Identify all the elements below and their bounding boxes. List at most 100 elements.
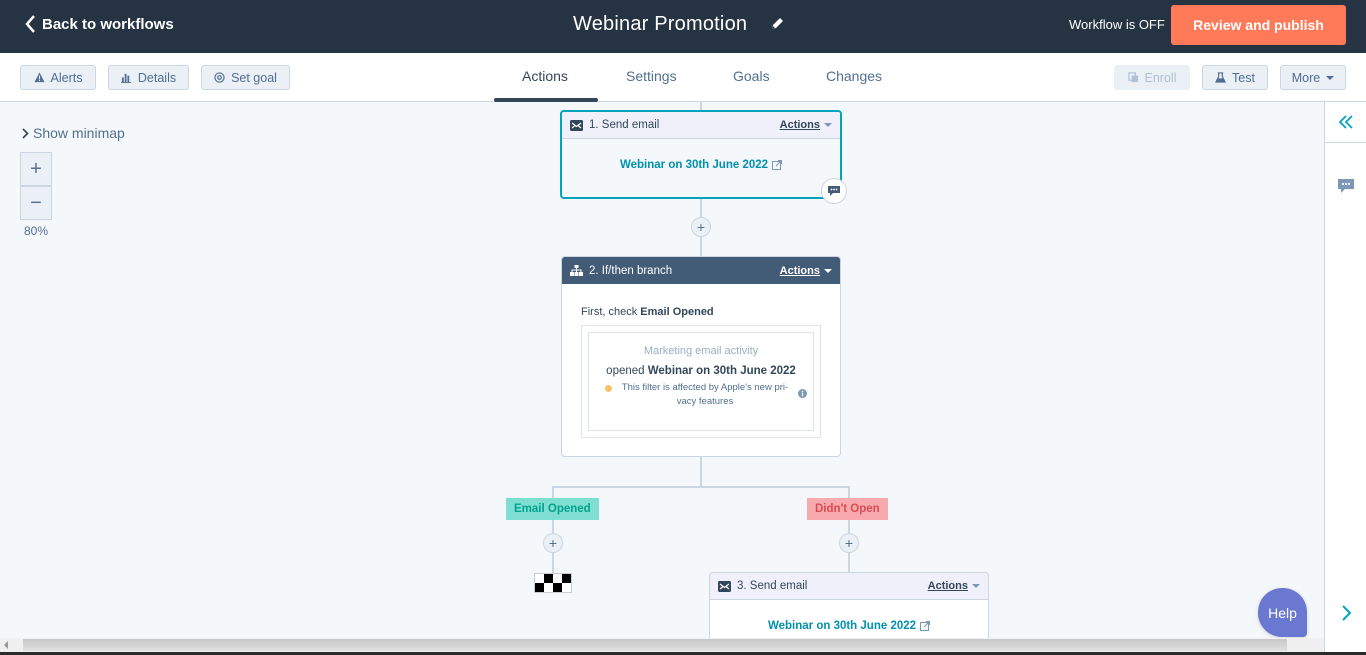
help-button[interactable]: Help	[1258, 588, 1307, 637]
connector-line	[552, 486, 850, 488]
more-dropdown-button[interactable]: More	[1280, 65, 1346, 90]
step-1-email-link[interactable]: Webinar on 30th June 2022	[562, 159, 840, 171]
add-action-email-opened-button[interactable]: +	[543, 533, 563, 553]
scrollbar-thumb[interactable]	[23, 639, 1287, 651]
branch-label-didnt-open[interactable]: Didn't Open	[807, 498, 888, 520]
zoom-out-button[interactable]: −	[20, 186, 52, 220]
active-tab-indicator	[494, 98, 598, 102]
tab-changes[interactable]: Changes	[826, 68, 882, 84]
add-action-button[interactable]: +	[691, 217, 711, 237]
bar-chart-icon	[120, 73, 131, 83]
actions-label: Actions	[779, 264, 820, 277]
step-3-actions-dropdown[interactable]: Actions	[928, 580, 980, 592]
top-header: Back to workflows Webinar Promotion Work…	[0, 0, 1366, 53]
back-to-workflows-link[interactable]: Back to workflows	[24, 14, 174, 34]
tab-goals[interactable]: Goals	[733, 68, 770, 84]
step-3-email-link[interactable]: Webinar on 30th June 2022	[710, 620, 988, 632]
branch-check-text: First, check Email Opened	[562, 284, 840, 318]
add-action-didnt-open-button[interactable]: +	[839, 533, 859, 553]
flask-icon	[1215, 72, 1227, 83]
email-link-text: Webinar on 30th June 2022	[619, 159, 769, 171]
step-2-actions-dropdown[interactable]: Actions	[780, 265, 832, 277]
workflow-canvas[interactable]: Show minimap + − 80% 1. Send email Actio…	[0, 102, 1324, 638]
email-icon	[570, 119, 583, 131]
set-goal-label: Set goal	[231, 70, 277, 85]
step-3-header: 3. Send email Actions	[710, 573, 988, 600]
back-label: Back to workflows	[42, 15, 174, 33]
actions-label: Actions	[779, 119, 820, 131]
caret-down-icon	[972, 584, 980, 588]
check-name: Email Opened	[640, 306, 714, 318]
branch-label-email-opened[interactable]: Email Opened	[506, 498, 599, 520]
step-2-header: 2. If/then branch Actions	[562, 257, 840, 284]
target-icon	[214, 72, 225, 83]
step-1-title: 1. Send email	[589, 119, 660, 131]
expand-sidebar-button[interactable]	[1325, 102, 1366, 143]
filter-verb: opened	[606, 365, 645, 377]
details-label: Details	[137, 70, 177, 85]
filter-container: Marketing email activity opened Webinar …	[581, 325, 821, 438]
filter-card[interactable]: Marketing email activity opened Webinar …	[588, 332, 814, 431]
comment-icon	[828, 186, 840, 196]
warning-icon	[33, 72, 45, 83]
connector-line	[700, 456, 702, 487]
tab-settings[interactable]: Settings	[626, 68, 677, 84]
step-3-send-email-card[interactable]: 3. Send email Actions Webinar on 30th Ju…	[709, 572, 989, 638]
step-2-title: 2. If/then branch	[589, 264, 673, 277]
filter-value: Webinar on 30th June 2022	[647, 365, 796, 377]
test-label: Test	[1232, 70, 1255, 85]
actions-label: Actions	[927, 580, 968, 592]
external-link-icon	[920, 621, 931, 631]
caret-down-icon	[1326, 75, 1335, 80]
step-1-send-email-card[interactable]: 1. Send email Actions Webinar on 30th Ju…	[560, 110, 842, 199]
step-1-actions-dropdown[interactable]: Actions	[780, 119, 832, 131]
step-1-comment-button[interactable]	[821, 178, 847, 204]
set-goal-button[interactable]: Set goal	[201, 65, 290, 90]
email-link-text: Webinar on 30th June 2022	[767, 620, 917, 632]
chevron-right-icon[interactable]	[1339, 604, 1353, 622]
step-3-body: Webinar on 30th June 2022	[710, 600, 988, 632]
caret-down-icon	[824, 268, 832, 273]
zoom-in-button[interactable]: +	[20, 152, 52, 186]
workflow-title[interactable]: Webinar Promotion	[573, 13, 747, 36]
details-button[interactable]: Details	[108, 65, 189, 90]
info-icon[interactable]	[798, 389, 807, 398]
alerts-label: Alerts	[50, 70, 83, 85]
end-of-branch-marker	[534, 573, 572, 593]
filter-category: Marketing email activity	[643, 345, 759, 357]
step-2-if-then-branch-card[interactable]: 2. If/then branch Actions First, check E…	[561, 256, 841, 457]
minimap-label: Show minimap	[33, 125, 125, 141]
step-3-title: 3. Send email	[737, 580, 808, 592]
warning-text: This filter is affected by Apple's new p…	[621, 382, 789, 407]
workflow-toolbar: Alerts Details Set goal Actions Settings…	[0, 53, 1366, 102]
enroll-label: Enroll	[1144, 70, 1177, 85]
warning-dot-icon	[605, 385, 612, 392]
branch-icon	[570, 265, 583, 276]
pencil-icon[interactable]	[769, 16, 785, 32]
right-sidebar	[1324, 102, 1366, 655]
scroll-left-arrow-icon[interactable]	[4, 641, 8, 649]
test-button[interactable]: Test	[1202, 65, 1268, 90]
privacy-warning: This filter is affected by Apple's new p…	[605, 381, 807, 409]
tab-actions[interactable]: Actions	[522, 68, 568, 84]
alerts-button[interactable]: Alerts	[20, 65, 96, 90]
horizontal-scrollbar[interactable]	[0, 638, 1324, 652]
check-prefix: First, check	[581, 306, 638, 318]
enroll-icon	[1127, 72, 1138, 83]
caret-down-icon	[824, 123, 832, 127]
external-link-icon	[772, 160, 783, 170]
show-minimap-toggle[interactable]: Show minimap	[22, 125, 125, 141]
more-label: More	[1291, 70, 1321, 85]
zoom-level: 80%	[24, 224, 49, 238]
review-and-publish-button[interactable]: Review and publish	[1171, 5, 1346, 45]
workflow-status: Workflow is OFF	[1069, 17, 1165, 32]
step-1-header: 1. Send email Actions	[562, 112, 840, 139]
chevron-right-icon	[22, 127, 29, 139]
comments-icon[interactable]	[1337, 178, 1355, 194]
step-1-body: Webinar on 30th June 2022	[562, 139, 840, 171]
chevron-left-icon	[25, 15, 35, 33]
email-icon	[718, 580, 731, 592]
enroll-button[interactable]: Enroll	[1114, 65, 1190, 90]
filter-condition: opened Webinar on 30th June 2022	[589, 365, 813, 377]
double-chevron-left-icon	[1338, 115, 1353, 129]
